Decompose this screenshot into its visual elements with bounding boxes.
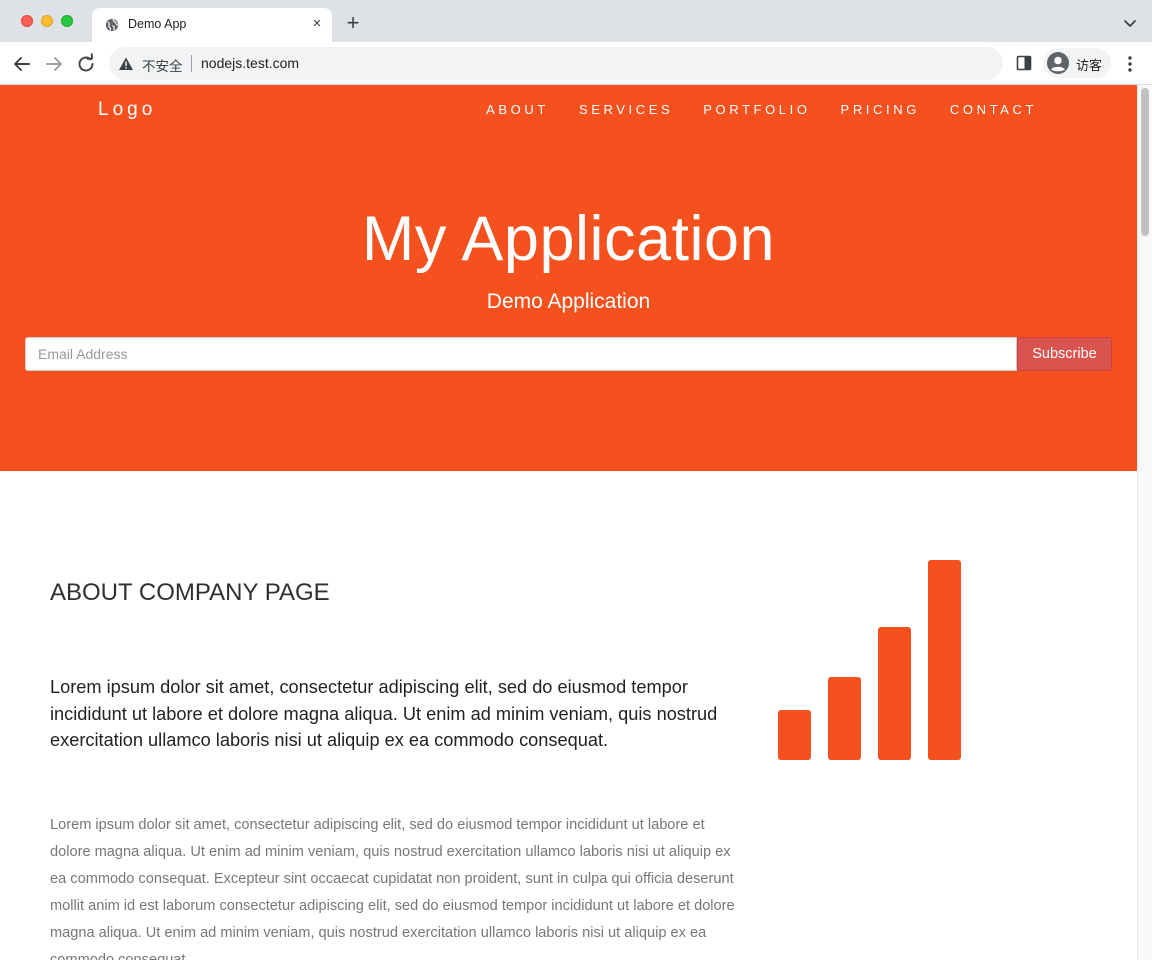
site-logo[interactable]: Logo xyxy=(98,99,156,121)
signal-bar-2 xyxy=(828,677,861,760)
reload-icon[interactable] xyxy=(74,52,98,76)
tab-title: Demo App xyxy=(128,17,187,31)
hero-section: Logo ABOUT SERVICES PORTFOLIO PRICING CO… xyxy=(0,85,1137,471)
window-close-button[interactable] xyxy=(21,15,33,27)
globe-icon xyxy=(105,18,119,32)
nav-link-portfolio[interactable]: PORTFOLIO xyxy=(703,102,810,117)
signal-bars-icon xyxy=(778,560,961,760)
arrow-left-icon[interactable] xyxy=(10,52,34,76)
tab-close-icon[interactable]: × xyxy=(308,15,326,33)
window-minimize-button[interactable] xyxy=(41,15,53,27)
hero-title: My Application xyxy=(361,204,776,274)
nav-link-pricing[interactable]: PRICING xyxy=(841,102,920,117)
address-bar[interactable]: 不安全 nodejs.test.com xyxy=(109,47,1003,80)
nav-link-about[interactable]: ABOUT xyxy=(486,102,549,117)
profile-button[interactable]: 访客 xyxy=(1043,48,1111,78)
chevron-down-icon[interactable] xyxy=(1121,14,1139,32)
signal-bar-1 xyxy=(778,710,811,760)
page-scrollbar[interactable] xyxy=(1137,85,1152,960)
scrollbar-thumb[interactable] xyxy=(1141,88,1149,236)
warning-triangle-icon[interactable] xyxy=(118,56,134,72)
about-title: ABOUT COMPANY PAGE xyxy=(50,579,330,606)
about-body-paragraph: Lorem ipsum dolor sit amet, consectetur … xyxy=(50,817,735,960)
subscribe-button[interactable]: Subscribe xyxy=(1017,337,1112,371)
signal-bar-3 xyxy=(878,627,911,760)
side-panel-icon[interactable] xyxy=(1016,55,1032,71)
url-text[interactable]: nodejs.test.com xyxy=(201,55,299,71)
main-nav: ABOUT SERVICES PORTFOLIO PRICING CONTACT xyxy=(486,102,1037,117)
arrow-right-icon[interactable] xyxy=(42,52,66,76)
browser-toolbar: 不安全 nodejs.test.com 访客 xyxy=(0,42,1152,85)
nav-link-services[interactable]: SERVICES xyxy=(579,102,673,117)
about-lead-paragraph: Lorem ipsum dolor sit amet, consectetur … xyxy=(50,677,718,750)
window-zoom-button[interactable] xyxy=(61,15,73,27)
new-tab-icon[interactable]: + xyxy=(343,12,363,34)
security-status-label[interactable]: 不安全 xyxy=(142,55,183,75)
page-viewport: Logo ABOUT SERVICES PORTFOLIO PRICING CO… xyxy=(0,85,1137,960)
person-avatar-icon xyxy=(1047,52,1069,74)
address-bar-divider xyxy=(191,55,192,72)
nav-link-contact[interactable]: CONTACT xyxy=(950,102,1037,117)
profile-label: 访客 xyxy=(1076,59,1103,74)
hero-subtitle: Demo Application xyxy=(486,290,651,313)
kebab-menu-icon[interactable] xyxy=(1122,54,1138,74)
signal-bar-4 xyxy=(928,560,961,760)
browser-tabstrip: Demo App × + xyxy=(0,0,1152,42)
browser-tab-active[interactable]: Demo App × xyxy=(92,8,332,42)
email-input[interactable] xyxy=(25,337,1017,371)
